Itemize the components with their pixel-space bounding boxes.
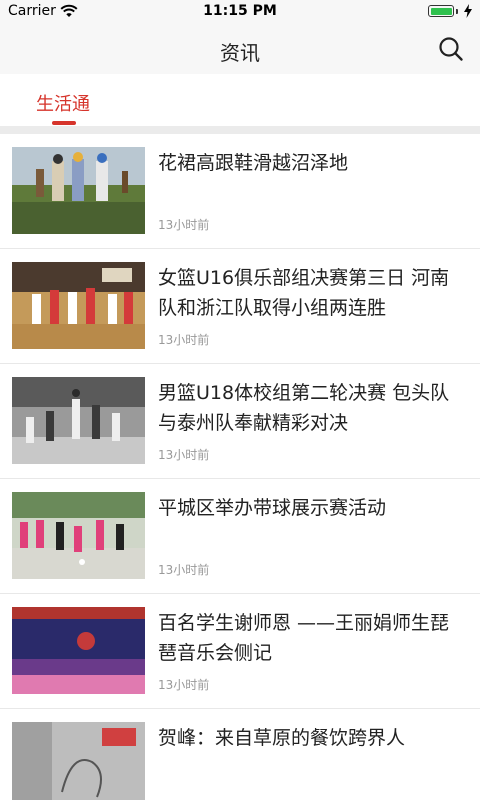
news-list: 花裙高跟鞋滑越沼泽地 13小时前 女篮U16俱乐部组决赛第三日 河南队和浙江队取…: [0, 134, 480, 800]
tab-active-indicator: [52, 121, 76, 125]
charging-icon: [464, 4, 472, 21]
news-title: 平城区举办带球展示赛活动: [158, 497, 387, 519]
news-time: 13小时前: [158, 333, 210, 347]
page-title: 资讯: [220, 41, 260, 65]
tab-shenghuotong[interactable]: 生活通: [36, 90, 90, 116]
news-thumbnail: [12, 492, 145, 579]
news-item[interactable]: 平城区举办带球展示赛活动 13小时前: [0, 479, 480, 594]
battery-nub: [456, 9, 458, 14]
news-title: 男篮U18体校组第二轮决赛 包头队与泰州队奉献精彩对决: [158, 382, 450, 434]
news-thumbnail: [12, 722, 145, 800]
news-item[interactable]: 女篮U16俱乐部组决赛第三日 河南队和浙江队取得小组两连胜 13小时前: [0, 249, 480, 364]
search-button[interactable]: [438, 36, 464, 62]
news-title: 百名学生谢师恩 ——王丽娟师生琵琶音乐会侧记: [158, 612, 450, 664]
news-thumbnail: [12, 262, 145, 349]
status-bar: Carrier 11:15 PM: [0, 0, 480, 24]
news-thumbnail: [12, 607, 145, 694]
news-thumbnail: [12, 377, 145, 464]
news-item[interactable]: 百名学生谢师恩 ——王丽娟师生琵琶音乐会侧记 13小时前: [0, 594, 480, 709]
news-time: 13小时前: [158, 678, 210, 692]
nav-bar: 资讯: [0, 24, 480, 74]
news-title: 女篮U16俱乐部组决赛第三日 河南队和浙江队取得小组两连胜: [158, 267, 450, 319]
news-title: 花裙高跟鞋滑越沼泽地: [158, 152, 349, 174]
tab-bar: 生活通: [0, 74, 480, 126]
battery-icon: [428, 5, 454, 17]
news-time: 13小时前: [158, 563, 210, 577]
news-time: 13小时前: [158, 218, 210, 232]
news-title: 贺峰：来自草原的餐饮跨界人: [158, 727, 406, 749]
news-item[interactable]: 花裙高跟鞋滑越沼泽地 13小时前: [0, 134, 480, 249]
news-time: 13小时前: [158, 448, 210, 462]
news-item[interactable]: 贺峰：来自草原的餐饮跨界人: [0, 709, 480, 800]
battery-level: [430, 7, 452, 15]
section-divider: [0, 126, 480, 134]
search-icon: [439, 37, 463, 61]
news-item[interactable]: 男篮U18体校组第二轮决赛 包头队与泰州队奉献精彩对决 13小时前: [0, 364, 480, 479]
news-thumbnail: [12, 147, 145, 234]
status-time: 11:15 PM: [203, 3, 277, 19]
